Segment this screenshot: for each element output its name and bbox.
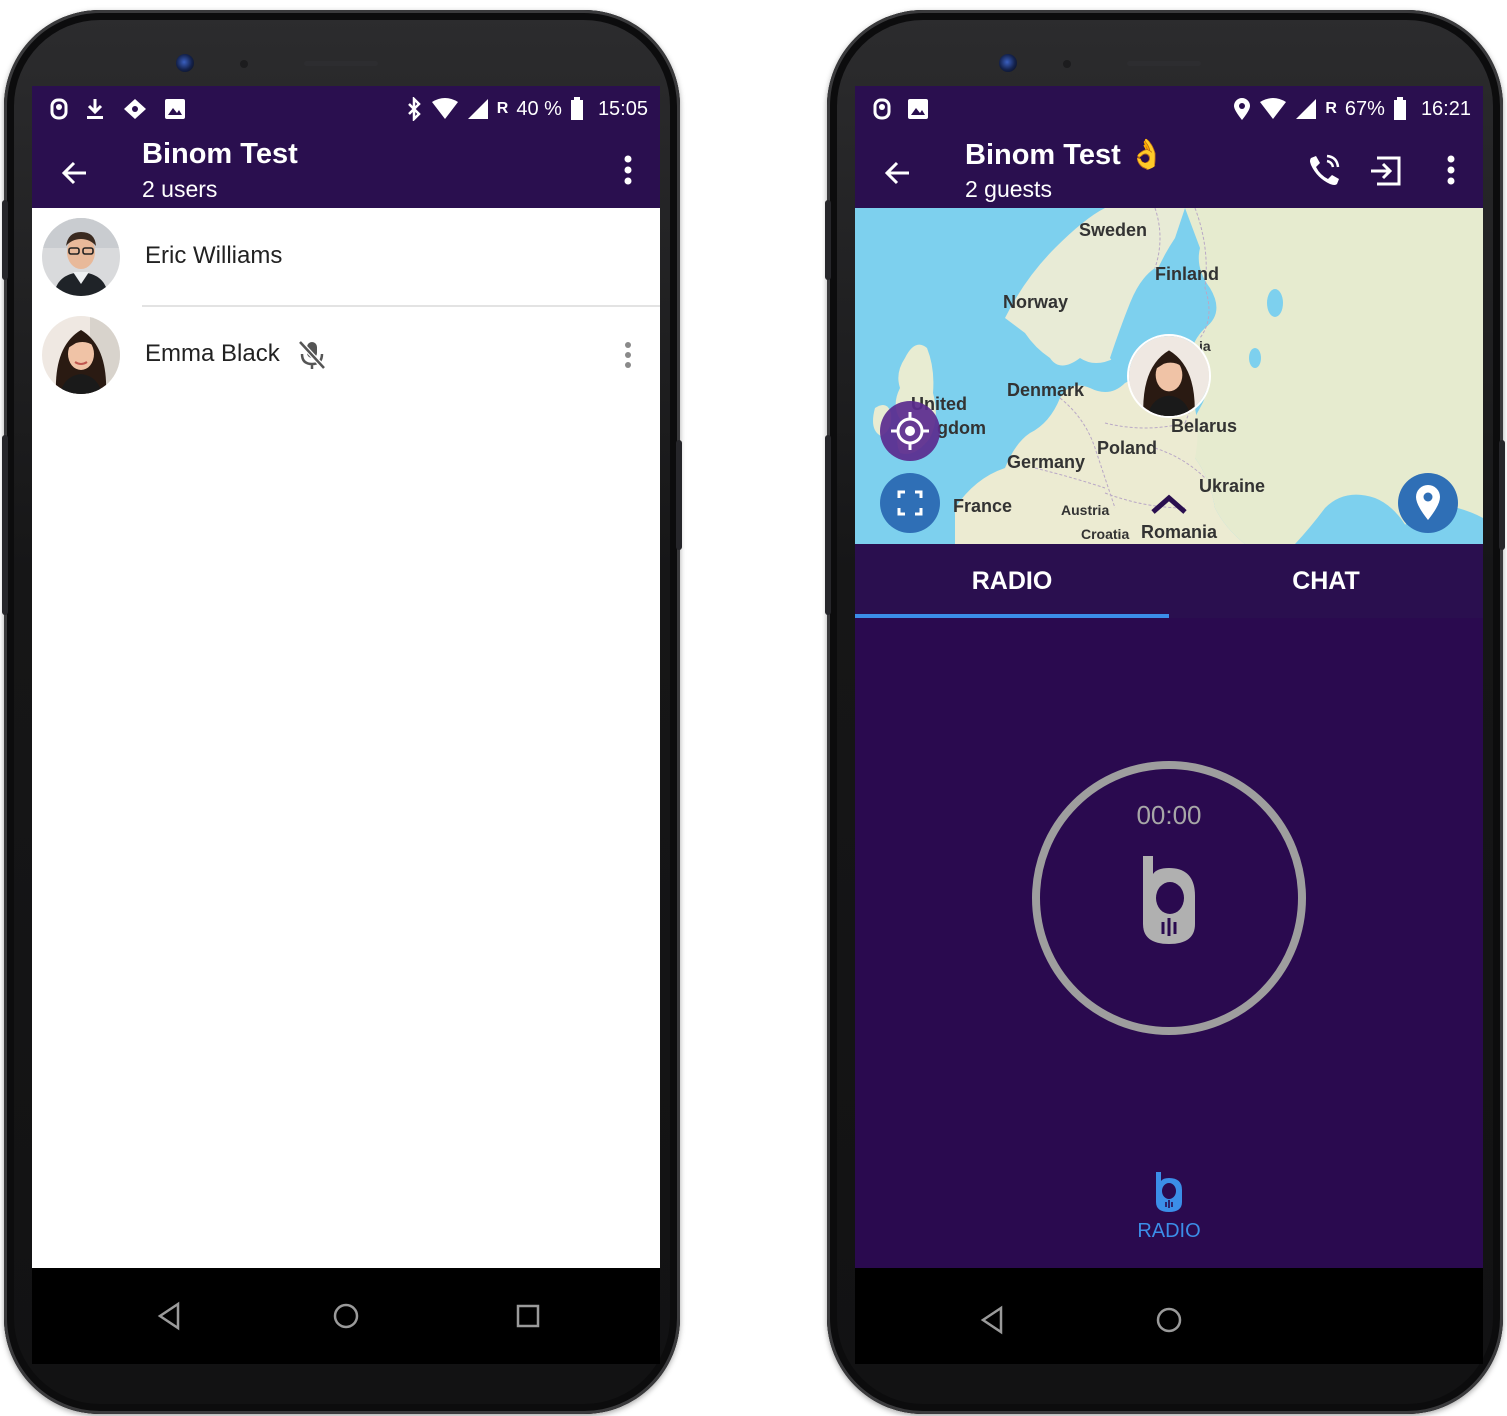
nav-back-icon[interactable] xyxy=(148,1294,192,1338)
volume-button xyxy=(2,200,8,280)
page-subtitle: 2 guests xyxy=(965,176,1052,202)
map-label-kingdom: gdom xyxy=(937,418,986,438)
radio-panel: 00:00 RADIO xyxy=(855,618,1483,1268)
right-screen: R 67% 16:21 Binom Test 👌 2 guests Sweden… xyxy=(855,86,1483,1268)
page-title: Binom Test 👌 xyxy=(965,138,1165,172)
image-icon xyxy=(165,99,185,119)
list-item[interactable]: Emma Black xyxy=(32,306,660,404)
status-bar: R 67% 16:21 xyxy=(855,86,1483,132)
map-label-denmark: Denmark xyxy=(1007,380,1085,400)
radio-timer: 00:00 xyxy=(1136,800,1202,830)
map-label-norway: Norway xyxy=(1003,292,1069,312)
map-user-marker[interactable] xyxy=(1127,334,1211,418)
earpiece-speaker xyxy=(1127,61,1201,66)
walkie-talkie-icon xyxy=(1143,856,1195,944)
nav-home-icon[interactable] xyxy=(324,1294,368,1338)
member-name: Eric Williams xyxy=(145,242,283,269)
location-pin-icon[interactable] xyxy=(1397,472,1459,534)
side-button xyxy=(2,435,8,615)
expand-up-icon[interactable] xyxy=(1149,490,1189,518)
battery-percent: 40 % xyxy=(516,97,562,120)
map-label-romania: Romania xyxy=(1141,522,1218,542)
mic-off-icon xyxy=(298,340,326,370)
more-vert-icon[interactable] xyxy=(1435,150,1467,192)
signal-icon xyxy=(1296,99,1317,119)
battery-percent: 67% xyxy=(1344,97,1385,120)
phone-left: R 40 % 15:05 Binom Test 2 users Eric Wil… xyxy=(2,10,682,1414)
clock: 16:21 xyxy=(1420,97,1471,120)
system-nav-bar xyxy=(855,1268,1483,1364)
sensor xyxy=(1063,60,1071,68)
exit-icon[interactable] xyxy=(1367,150,1407,192)
item-more-icon[interactable] xyxy=(620,340,636,370)
tab-bar: RADIO CHAT xyxy=(855,544,1483,618)
page-title-text: Binom Test xyxy=(965,139,1121,171)
earpiece-speaker xyxy=(304,61,378,66)
back-arrow-icon[interactable] xyxy=(877,152,919,194)
fullscreen-icon[interactable] xyxy=(879,472,941,534)
wifi-icon xyxy=(1260,98,1287,119)
my-location-icon[interactable] xyxy=(879,400,941,462)
clock: 15:05 xyxy=(597,97,648,120)
member-name: Emma Black xyxy=(145,340,280,367)
wifi-icon xyxy=(431,98,458,119)
map-label-finland: Finland xyxy=(1155,264,1219,284)
map-label-austria: Austria xyxy=(1061,502,1110,518)
phone-right: R 67% 16:21 Binom Test 👌 2 guests Sweden… xyxy=(825,10,1505,1414)
tag-icon xyxy=(124,99,146,119)
roaming-indicator: R xyxy=(496,100,509,117)
nav-recents-icon[interactable] xyxy=(506,1294,550,1338)
page-subtitle: 2 users xyxy=(142,176,218,202)
status-bar: R 40 % 15:05 xyxy=(32,86,660,132)
app-bar: Binom Test 👌 2 guests xyxy=(855,132,1483,208)
binom-status-icon xyxy=(873,98,891,120)
map-label-sweden: Sweden xyxy=(1079,220,1148,240)
sensor xyxy=(240,60,248,68)
tab-chat[interactable]: CHAT xyxy=(1169,544,1483,618)
app-bar: Binom Test 2 users xyxy=(32,132,660,208)
map-label-croatia: Croatia xyxy=(1081,526,1130,542)
map-label-germany: Germany xyxy=(1007,452,1086,472)
map-label-belarus: Belarus xyxy=(1171,416,1238,436)
power-button xyxy=(676,440,682,550)
member-list: Eric Williams Emma Black xyxy=(32,208,660,1268)
left-screen: R 40 % 15:05 Binom Test 2 users Eric Wil… xyxy=(32,86,660,1268)
avatar xyxy=(42,316,120,394)
bluetooth-icon xyxy=(407,97,421,121)
battery-icon xyxy=(570,97,583,120)
location-status-icon xyxy=(1234,98,1251,120)
map-view[interactable]: Sweden Finland Norway Denmark United gdo… xyxy=(855,208,1483,544)
call-icon[interactable] xyxy=(1303,150,1343,192)
image-icon xyxy=(908,99,928,119)
power-button xyxy=(1499,440,1505,550)
radio-nav-icon[interactable] xyxy=(1153,1170,1185,1214)
nav-home-icon[interactable] xyxy=(1147,1298,1191,1342)
roaming-indicator: R xyxy=(1325,100,1337,117)
radio-nav-label: RADIO xyxy=(1137,1220,1201,1242)
more-vert-icon[interactable] xyxy=(612,150,644,192)
map-label-poland: Poland xyxy=(1097,438,1158,458)
map-label-ukraine: Ukraine xyxy=(1199,476,1266,496)
system-nav-bar xyxy=(32,1268,660,1364)
avatar xyxy=(42,218,120,296)
binom-status-icon xyxy=(50,98,68,120)
title-emoji: 👌 xyxy=(1128,139,1165,171)
front-camera xyxy=(176,54,194,72)
back-arrow-icon[interactable] xyxy=(54,152,96,194)
nav-back-icon[interactable] xyxy=(971,1298,1015,1342)
tab-radio[interactable]: RADIO xyxy=(855,544,1169,618)
download-icon xyxy=(87,99,103,119)
front-camera xyxy=(999,54,1017,72)
map-label-france: France xyxy=(953,496,1013,516)
list-item[interactable]: Eric Williams xyxy=(32,208,660,307)
signal-icon xyxy=(467,99,488,119)
side-button xyxy=(825,435,831,615)
volume-button xyxy=(825,200,831,280)
page-title: Binom Test xyxy=(142,138,298,170)
battery-icon xyxy=(1393,97,1406,120)
